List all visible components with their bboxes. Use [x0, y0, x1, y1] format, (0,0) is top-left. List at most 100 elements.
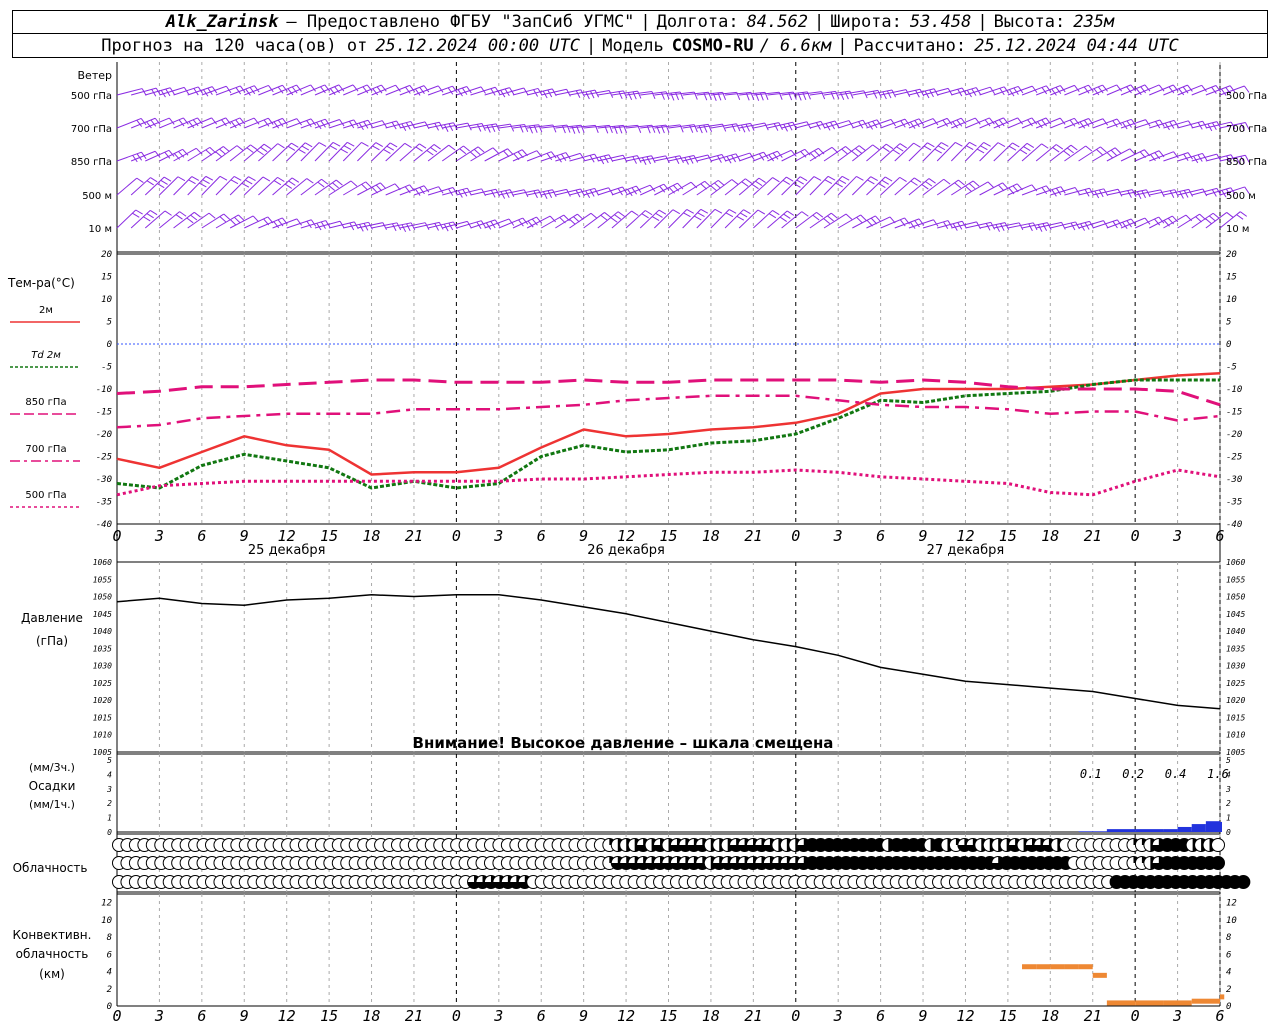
conv-tick-label: 10	[101, 916, 112, 926]
pressure-tick-label: 1055	[93, 575, 112, 584]
wind-barb-feather	[246, 147, 254, 153]
wind-barb-feather	[346, 141, 355, 147]
wind-barb-feather	[632, 156, 637, 164]
wind-barb-shaft	[173, 147, 197, 162]
wind-barb-shaft	[979, 86, 1005, 96]
temp-title: Тем-ра(°C)	[7, 276, 75, 290]
wind-barb-feather	[997, 142, 1006, 148]
day-label: 25 декабря	[248, 543, 326, 558]
temp-tick-label: -15	[96, 408, 112, 418]
hour-tick-label: 12	[278, 1007, 296, 1024]
wind-barb-feather	[782, 179, 791, 185]
hour-tick-label: 6	[1215, 527, 1224, 545]
cloud-fill-lower	[1236, 875, 1250, 889]
cloud-symbols	[112, 838, 1251, 889]
wind-barb-feather	[998, 184, 1005, 192]
hour-tick-label: 18	[1041, 1007, 1059, 1024]
conv-tick-label: 10	[1226, 916, 1237, 926]
wind-barb-feather	[404, 142, 412, 148]
convective-bar	[1022, 964, 1037, 970]
wind-barb-feather	[740, 124, 746, 133]
hour-tick-label: 6	[537, 527, 546, 545]
wind-level-label: 700 гПа	[1226, 124, 1267, 135]
wind-barb-shaft	[484, 87, 510, 96]
wind-barb-shaft	[456, 86, 482, 96]
hour-tick-label: 6	[197, 527, 206, 545]
wind-barb-feather	[840, 92, 845, 101]
temp-tick-label: -5	[101, 363, 112, 373]
wind-barb-shaft	[201, 117, 226, 129]
wind-barb-feather	[150, 209, 158, 216]
temp-legend-label: 850 гПа	[25, 397, 66, 408]
wind-barb-shaft	[611, 185, 637, 196]
temp-tick-label: 20	[1226, 250, 1237, 260]
wind-barb-feather	[830, 212, 838, 219]
wind-barb-shaft	[767, 149, 792, 162]
hour-tick-label: 6	[876, 1007, 885, 1024]
hour-tick-label: 21	[405, 1007, 423, 1024]
wind-barb-feather	[608, 90, 614, 98]
wind-barb-feather	[799, 176, 808, 182]
wind-barb-shaft	[753, 150, 778, 162]
temp-tick-label: -10	[1226, 385, 1242, 395]
precip-tick-label: 2	[1226, 799, 1231, 808]
wind-barb-feather	[697, 212, 705, 218]
wind-barb-shaft	[1163, 214, 1187, 229]
wind-barb-shaft	[215, 117, 241, 129]
hour-tick-label: 3	[1172, 1007, 1182, 1024]
wind-barb-feather	[459, 148, 467, 155]
wind-barb-shaft	[371, 120, 397, 129]
wind-barb-feather	[1063, 150, 1071, 157]
wind-barb-feather	[594, 89, 600, 98]
precip-tick-label: 3	[1225, 785, 1231, 794]
temp-tick-label: 0	[1226, 340, 1231, 350]
wind-barb-feather	[150, 177, 158, 183]
conv-tick-label: 6	[107, 950, 112, 960]
hour-tick-label: 3	[833, 1007, 843, 1024]
wind-barb-feather	[329, 145, 338, 151]
wind-barb-shaft	[1177, 213, 1200, 229]
wind-barb-feather	[262, 176, 271, 182]
hour-tick-label: 3	[154, 1007, 164, 1024]
wind-barb-feather	[238, 214, 245, 221]
wind-barb-feather	[694, 215, 702, 221]
wind-barb-feather	[415, 146, 423, 152]
wind-barb-feather	[652, 216, 660, 222]
wind-barb-feather	[1226, 212, 1234, 218]
wind-barb-feather	[430, 147, 438, 153]
wind-barb-shaft	[1177, 188, 1203, 196]
wind-barb-feather	[208, 212, 216, 219]
hour-tick-label: 3	[493, 527, 503, 545]
wind-barb-feather	[980, 145, 988, 151]
wind-barb-feather	[1041, 143, 1049, 149]
wind-barb-shaft	[343, 84, 368, 96]
wind-barb-feather	[604, 212, 612, 218]
wind-barb-feather	[915, 90, 920, 98]
precip-tick-label: 3	[106, 785, 112, 794]
wind-barb-feather	[927, 142, 935, 148]
wind-barb-feather	[177, 176, 186, 182]
day-label: 27 декабря	[927, 543, 1005, 558]
wind-barb-feather	[860, 214, 867, 221]
wind-barb-shaft	[781, 121, 807, 129]
conv-tick-label: 8	[1226, 933, 1231, 943]
wind-barb-feather	[636, 155, 642, 163]
wind-barb-shaft	[993, 85, 1019, 96]
wind-barb-feather	[1106, 152, 1114, 159]
wind-level-label: 10 м	[89, 224, 112, 235]
precip-total-label: 0.2	[1122, 767, 1144, 781]
wind-barb-shaft	[1120, 119, 1146, 129]
precip-bar	[1078, 831, 1107, 832]
wind-barb-shaft	[159, 86, 185, 96]
wind-barb-shaft	[145, 149, 170, 162]
wind-barb-feather	[824, 179, 833, 185]
wind-barb-feather	[340, 148, 348, 154]
wind-barb-feather	[448, 123, 454, 131]
wind-barb-feather	[186, 217, 194, 224]
pressure-tick-label: 1035	[93, 644, 112, 653]
hour-tick-label: 0	[112, 527, 121, 545]
wind-barb-feather	[277, 143, 285, 149]
wind-barb-feather	[500, 191, 506, 199]
wind-barb-feather	[486, 125, 491, 133]
wind-barb-shaft	[1064, 84, 1089, 96]
